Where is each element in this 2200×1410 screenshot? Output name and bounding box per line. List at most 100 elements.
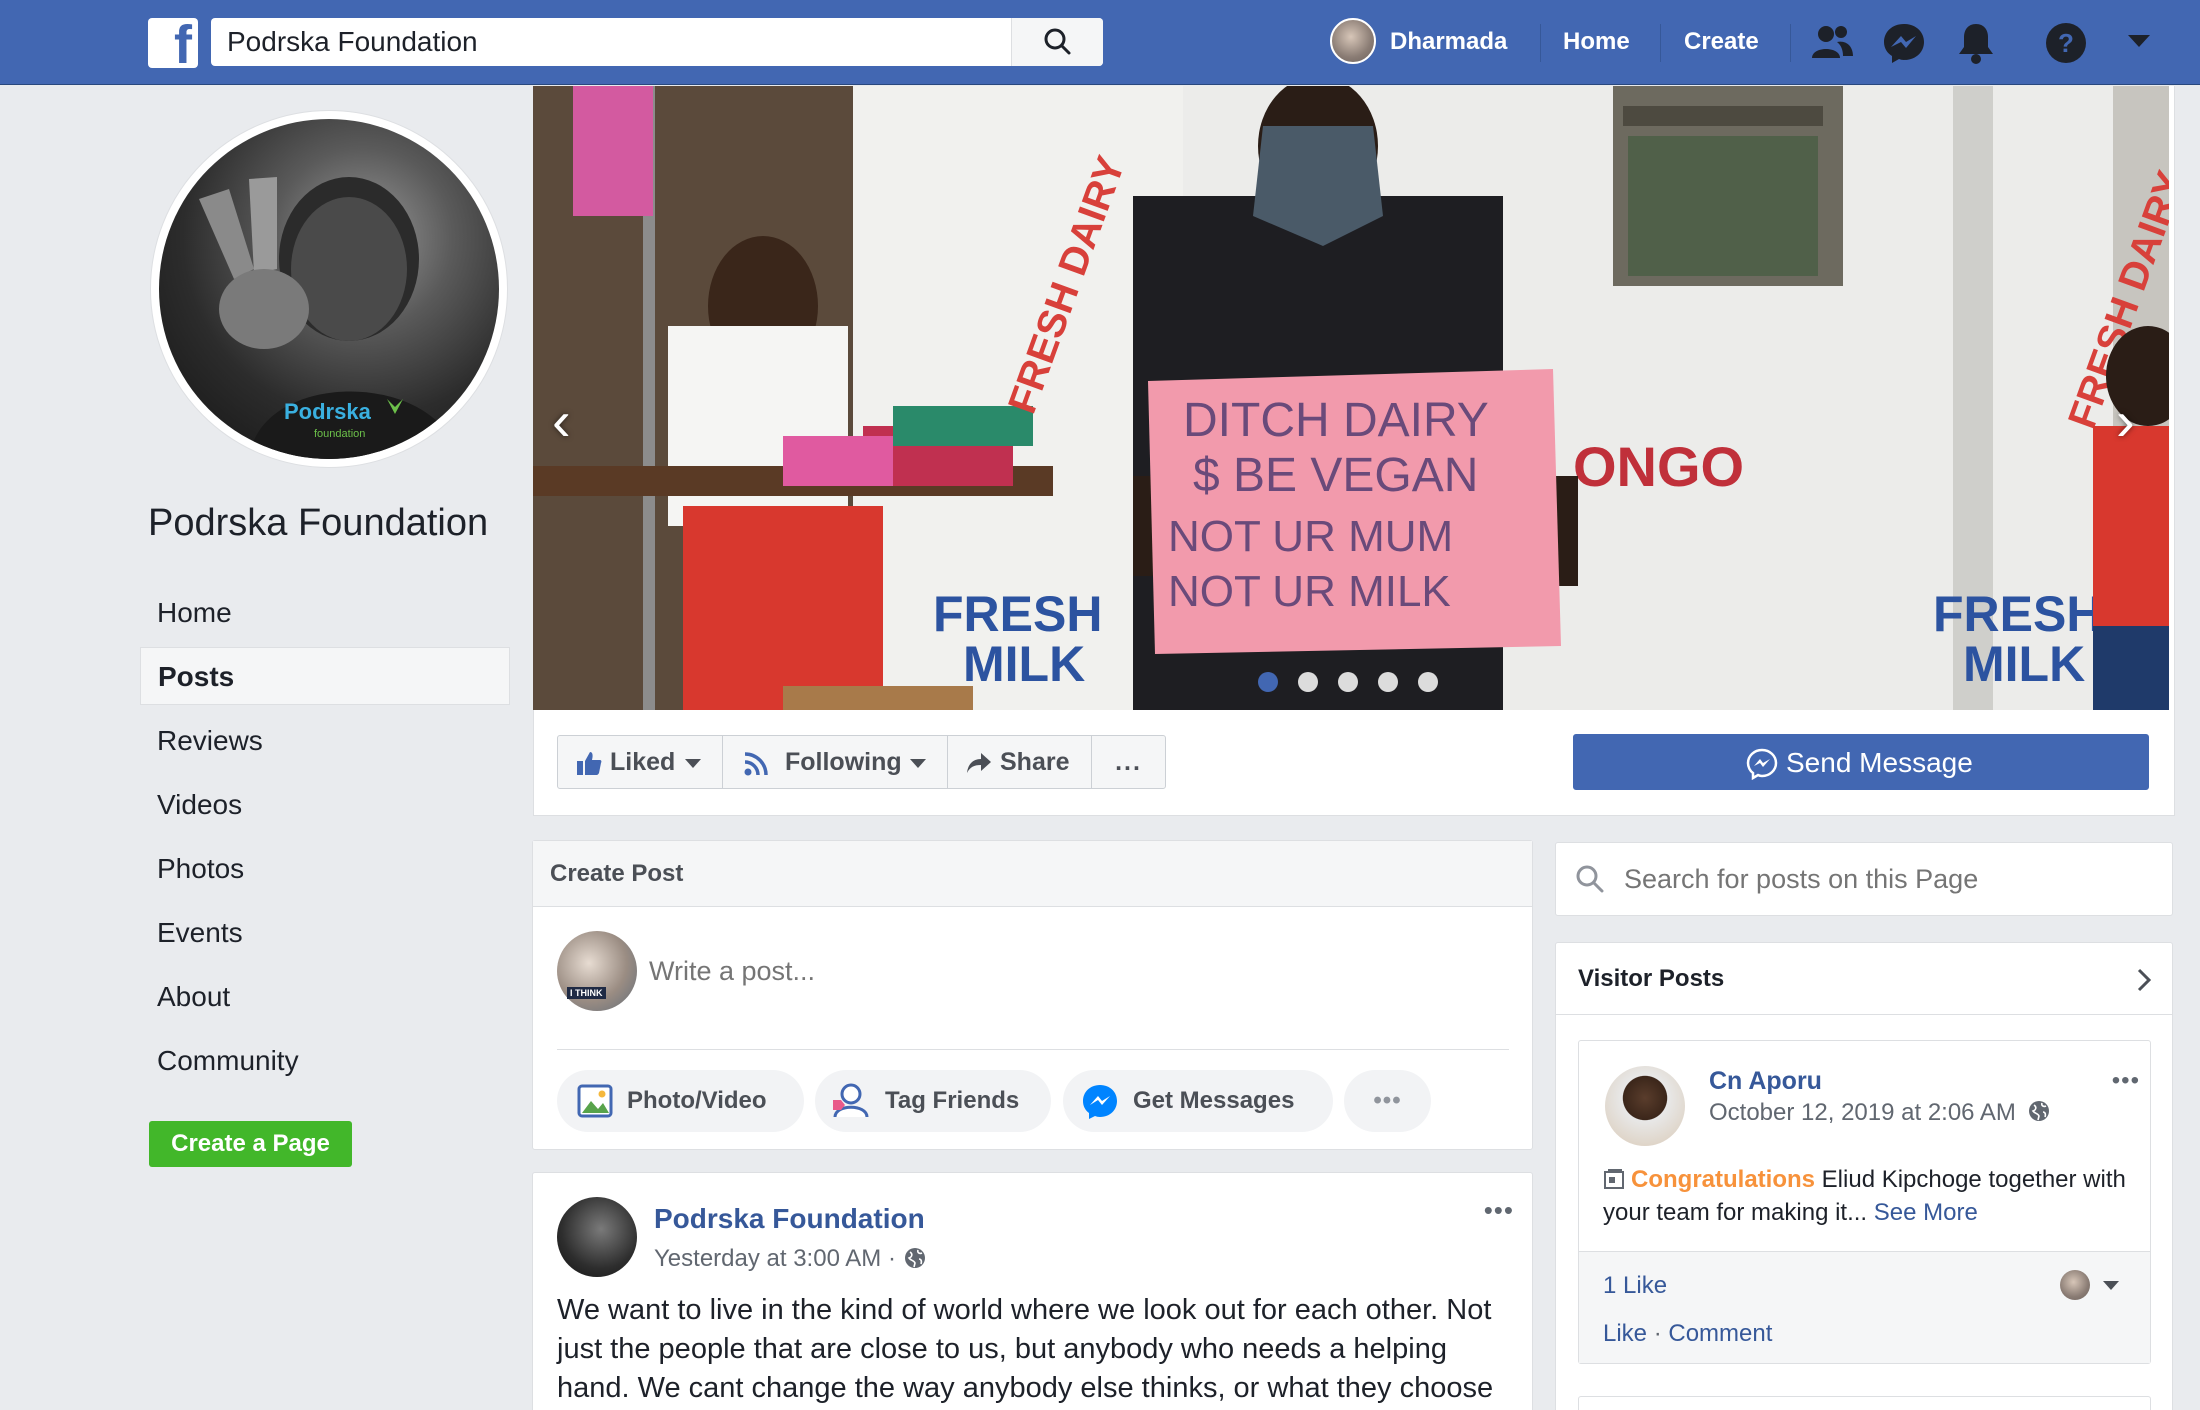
composer-avatar: I THINK bbox=[557, 931, 637, 1011]
profile-logo-subtext: foundation bbox=[314, 428, 365, 440]
global-search-box bbox=[211, 18, 1103, 66]
create-page-button[interactable]: Create a Page bbox=[149, 1121, 352, 1167]
cover-sign-line: DITCH DAIRY bbox=[1183, 394, 1489, 447]
like-link[interactable]: Like bbox=[1603, 1320, 1647, 1347]
visitor-post-options-button[interactable]: ••• bbox=[2112, 1067, 2140, 1095]
cover-sign-line: NOT UR MILK bbox=[1168, 567, 1451, 616]
user-name-link[interactable]: Dharmada bbox=[1390, 28, 1507, 56]
visitor-post-timestamp[interactable]: October 12, 2019 at 2:06 AM bbox=[1709, 1099, 2016, 1126]
more-actions-button[interactable]: ... bbox=[1091, 735, 1166, 789]
left-nav-about[interactable]: About bbox=[140, 968, 510, 1026]
photo-video-button[interactable]: Photo/Video bbox=[557, 1070, 804, 1132]
cover-photo-carousel[interactable]: FRESH DAIRY FRESH MILK ONGO FRESH DAIRY … bbox=[533, 86, 2169, 710]
messenger-icon bbox=[1083, 1085, 1117, 1119]
liked-button[interactable]: Liked bbox=[557, 735, 723, 789]
get-messages-button[interactable]: Get Messages bbox=[1063, 1070, 1333, 1132]
see-more-link[interactable]: See More bbox=[1874, 1199, 1978, 1226]
visitor-post: Cn Aporu October 12, 2019 at 2:06 AM •••… bbox=[1578, 1040, 2151, 1364]
messenger-icon bbox=[1746, 748, 1778, 780]
cover-shop-text: FRESH bbox=[1933, 586, 2102, 642]
thumbs-up-icon bbox=[577, 752, 602, 775]
visitor-post-highlight: Congratulations bbox=[1631, 1166, 1815, 1193]
photo-icon bbox=[577, 1084, 613, 1118]
rss-following-icon bbox=[744, 752, 768, 776]
chevron-down-icon[interactable] bbox=[2102, 1280, 2120, 1291]
following-button[interactable]: Following bbox=[722, 735, 948, 789]
visitor-avatar[interactable] bbox=[1605, 1066, 1685, 1146]
visitor-post-footer: 1 Like Like · Comment bbox=[1579, 1251, 2150, 1363]
create-post-title: Create Post bbox=[533, 841, 1532, 907]
chevron-down-icon bbox=[910, 759, 926, 768]
left-nav-community[interactable]: Community bbox=[140, 1032, 510, 1090]
search-page-posts-input[interactable] bbox=[1624, 859, 2154, 899]
left-nav-posts[interactable]: Posts bbox=[140, 647, 510, 705]
cover-shop-text: FRESH bbox=[933, 586, 1102, 642]
notifications-bell-icon[interactable] bbox=[1955, 21, 1997, 65]
page-profile-picture[interactable]: Podrska foundation bbox=[150, 110, 508, 468]
tag-friends-button[interactable]: Tag Friends bbox=[815, 1070, 1051, 1132]
search-icon bbox=[1576, 865, 1604, 893]
write-post-input[interactable] bbox=[649, 949, 1499, 993]
cover-shop-text: MILK bbox=[963, 636, 1085, 692]
liked-label: Liked bbox=[610, 748, 676, 776]
help-icon[interactable]: ? bbox=[2044, 21, 2088, 65]
post-author-name[interactable]: Podrska Foundation bbox=[654, 1203, 925, 1235]
post-timestamp[interactable]: Yesterday at 3:00 AM bbox=[654, 1245, 881, 1272]
more-composer-options-button[interactable]: ••• bbox=[1344, 1070, 1431, 1132]
page-post: Podrska Foundation Yesterday at 3:00 AM … bbox=[532, 1172, 1533, 1410]
comment-link[interactable]: Comment bbox=[1668, 1320, 1772, 1347]
carousel-dot[interactable] bbox=[1298, 672, 1318, 692]
visitor-post-reactor-avatar[interactable] bbox=[2060, 1270, 2090, 1300]
facebook-logo-icon[interactable]: f bbox=[148, 18, 198, 68]
profile-photo: Podrska foundation bbox=[159, 119, 499, 459]
search-page-posts-box bbox=[1555, 842, 2173, 916]
visitor-post-likes[interactable]: 1 Like bbox=[1603, 1272, 1667, 1300]
avatar-caption: I THINK bbox=[567, 987, 606, 999]
get-messages-label: Get Messages bbox=[1133, 1087, 1295, 1114]
cover-next-arrow-icon[interactable]: › bbox=[2116, 388, 2135, 453]
friend-requests-icon[interactable] bbox=[1810, 22, 1854, 62]
visitor-post-actions: Like · Comment bbox=[1603, 1320, 1772, 1348]
home-link[interactable]: Home bbox=[1563, 28, 1630, 56]
left-nav-home[interactable]: Home bbox=[140, 584, 510, 642]
carousel-dot[interactable] bbox=[1378, 672, 1398, 692]
chevron-down-icon bbox=[685, 759, 701, 768]
profile-logo-text: Podrska bbox=[284, 399, 372, 424]
left-nav-reviews[interactable]: Reviews bbox=[140, 712, 510, 770]
carousel-dot[interactable] bbox=[1258, 672, 1278, 692]
cover-previous-arrow-icon[interactable]: ‹ bbox=[552, 388, 571, 453]
globe-icon bbox=[904, 1248, 925, 1268]
following-label: Following bbox=[785, 748, 902, 776]
visitor-post-meta: October 12, 2019 at 2:06 AM bbox=[1709, 1099, 2051, 1127]
post-meta: Yesterday at 3:00 AM · bbox=[654, 1245, 927, 1273]
post-author-avatar[interactable] bbox=[557, 1197, 637, 1277]
send-message-button[interactable]: Send Message bbox=[1573, 734, 2149, 790]
search-button[interactable] bbox=[1011, 18, 1103, 66]
left-nav-events[interactable]: Events bbox=[140, 904, 510, 962]
carousel-dot[interactable] bbox=[1338, 672, 1358, 692]
search-icon bbox=[1044, 28, 1071, 55]
left-nav-photos[interactable]: Photos bbox=[140, 840, 510, 898]
next-visitor-post bbox=[1578, 1396, 2151, 1410]
globe-icon bbox=[2028, 1101, 2049, 1121]
document-icon bbox=[1604, 1169, 1624, 1189]
tag-friends-label: Tag Friends bbox=[885, 1087, 1020, 1114]
page-name-title: Podrska Foundation bbox=[148, 502, 489, 544]
visitor-posts-title: Visitor Posts bbox=[1578, 965, 1725, 992]
global-search-input[interactable] bbox=[211, 18, 1011, 66]
carousel-dot[interactable] bbox=[1418, 672, 1438, 692]
photo-video-label: Photo/Video bbox=[627, 1087, 767, 1114]
visitor-author-name[interactable]: Cn Aporu bbox=[1709, 1067, 1822, 1096]
post-options-button[interactable]: ••• bbox=[1484, 1195, 1514, 1226]
post-text: We want to live in the kind of world whe… bbox=[557, 1294, 1494, 1404]
left-nav-videos[interactable]: Videos bbox=[140, 776, 510, 834]
messenger-icon[interactable] bbox=[1882, 22, 1926, 64]
user-avatar[interactable] bbox=[1330, 18, 1376, 64]
account-menu-chevron-down-icon[interactable] bbox=[2126, 32, 2152, 50]
share-button[interactable]: Share bbox=[947, 735, 1092, 789]
divider bbox=[557, 1049, 1509, 1050]
create-link[interactable]: Create bbox=[1684, 28, 1759, 56]
cover-shop-text: MILK bbox=[1963, 636, 2085, 692]
visitor-post-text: Congratulations Eliud Kipchoge together … bbox=[1603, 1163, 2133, 1229]
visitor-posts-header[interactable]: Visitor Posts bbox=[1556, 943, 2172, 1015]
